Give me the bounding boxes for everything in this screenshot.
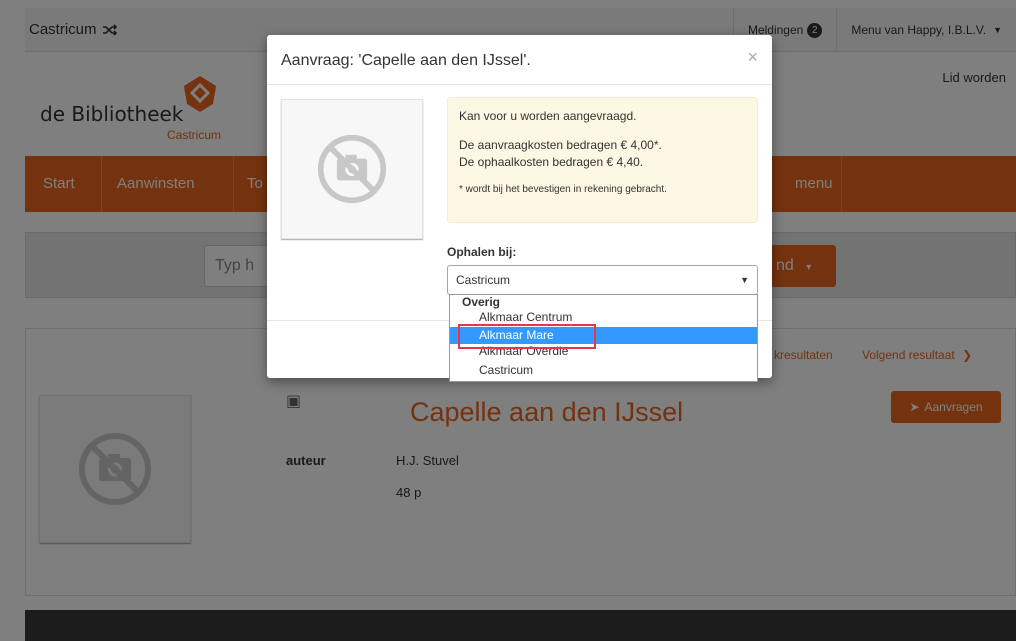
highlight-annotation [458,324,596,349]
chevron-down-icon: ▼ [740,275,749,285]
pickup-option-castricum[interactable]: Castricum [450,362,757,379]
pickup-label: Ophalen bij: [447,245,517,259]
no-image-icon [317,134,387,204]
pickup-selected-value: Castricum [456,273,511,287]
info-request-cost: De aanvraagkosten bedragen € 4,00*. [459,138,662,152]
pickup-select[interactable]: Castricum ▼ [447,265,758,295]
modal-cover-placeholder [281,99,423,239]
option-group-label: Overig [462,295,501,309]
info-note: * wordt bij het bevestigen in rekening g… [459,184,667,195]
close-icon[interactable]: × [747,47,758,68]
modal-title: Aanvraag: 'Capelle aan den IJssel'. [281,52,531,69]
request-info-box: Kan voor u worden aangevraagd. De aanvra… [447,97,758,223]
modal-header: Aanvraag: 'Capelle aan den IJssel'. × [267,35,772,85]
info-availability: Kan voor u worden aangevraagd. [459,109,637,123]
info-pickup-cost: De ophaalkosten bedragen € 4,40. [459,155,644,169]
